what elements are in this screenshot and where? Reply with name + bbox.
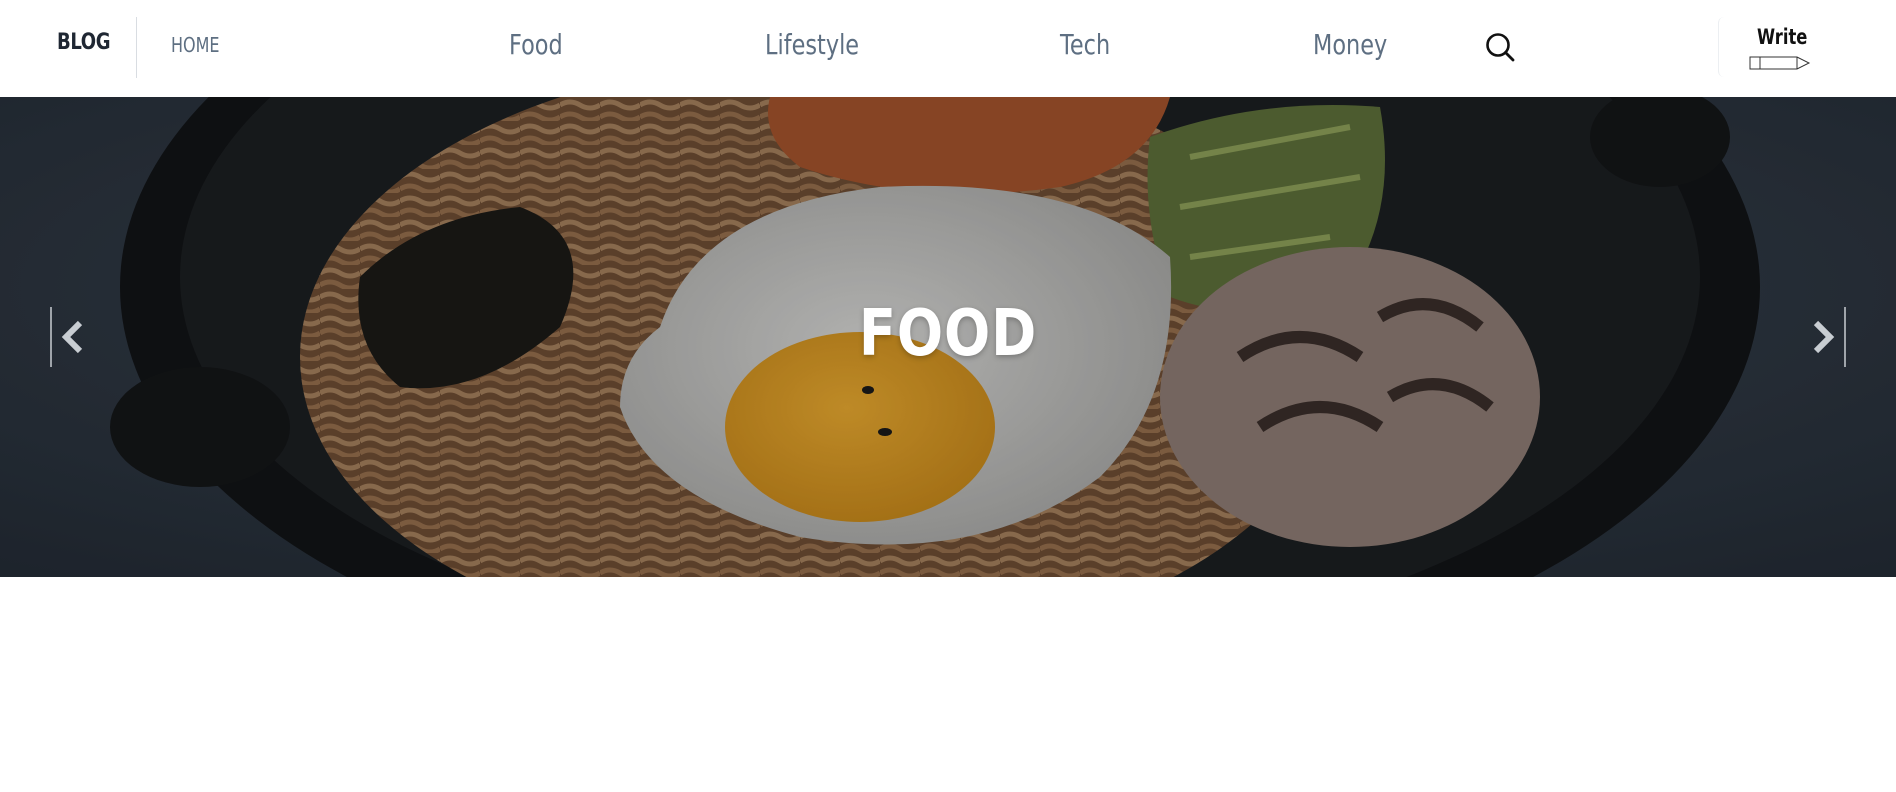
nav-item-tech[interactable]: Tech	[1060, 28, 1110, 61]
search-icon	[1486, 33, 1515, 62]
nav-item-food[interactable]: Food	[509, 28, 563, 61]
hero-title: FOOD	[858, 297, 1038, 371]
pencil-icon	[1749, 56, 1811, 70]
hero-banner: FOOD	[0, 97, 1896, 577]
header-divider	[136, 17, 137, 78]
write-label: Write	[1757, 25, 1808, 49]
chevron-left-icon	[50, 307, 83, 367]
nav-item-lifestyle[interactable]: Lifestyle	[765, 28, 859, 61]
carousel-next-button[interactable]	[1796, 307, 1846, 367]
chevron-right-icon	[1813, 307, 1846, 367]
nav-item-money[interactable]: Money	[1313, 28, 1387, 61]
nav-home-link[interactable]: HOME	[171, 33, 220, 57]
site-header: BLOG HOME Food Lifestyle Tech Money Writ…	[0, 0, 1896, 97]
search-button[interactable]	[1484, 31, 1518, 65]
carousel-prev-button[interactable]	[50, 307, 100, 367]
site-logo[interactable]: BLOG	[57, 30, 111, 55]
write-button[interactable]: Write	[1718, 17, 1896, 77]
